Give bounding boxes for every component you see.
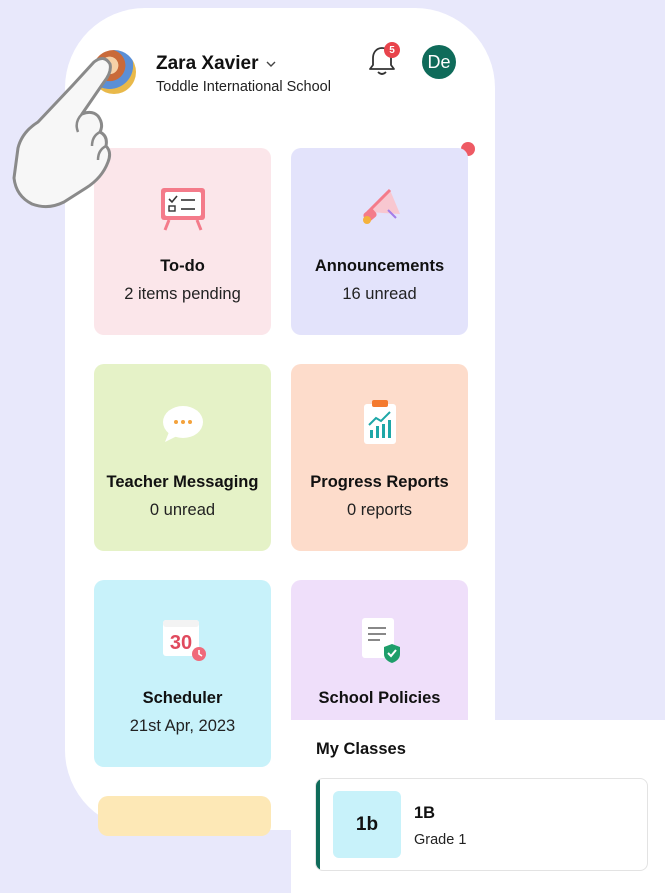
tile-subtitle: 21st Apr, 2023 [129, 717, 236, 735]
tile-scheduler[interactable]: 30 Scheduler 21st Apr, 2023 [94, 580, 271, 767]
class-card-accent [316, 779, 320, 870]
pointing-hand-icon [12, 57, 112, 209]
chat-bubble-icon [162, 406, 203, 442]
chevron-down-icon[interactable] [265, 58, 277, 70]
user-name[interactable]: Zara Xavier [156, 53, 258, 75]
class-name: 1B [414, 804, 436, 822]
my-classes-title: My Classes [316, 740, 406, 758]
tile-title: Teacher Messaging [106, 473, 259, 491]
tile-subtitle: 0 unread [149, 501, 216, 519]
tile-subtitle: 2 items pending [124, 285, 241, 303]
megaphone-icon [362, 188, 400, 224]
class-grade: Grade 1 [414, 832, 467, 848]
tile-subtitle: 0 reports [346, 501, 413, 519]
calendar-day-text: 30 [169, 632, 191, 654]
policy-document-icon [361, 618, 400, 663]
tile-todo[interactable]: To-do 2 items pending [94, 148, 271, 335]
tile-title: Progress Reports [310, 473, 449, 491]
report-chart-icon [363, 400, 396, 444]
tile-teacher-messaging[interactable]: Teacher Messaging 0 unread [94, 364, 271, 551]
tile-progress-reports[interactable]: Progress Reports 0 reports [291, 364, 468, 551]
class-thumbnail[interactable]: 1b [333, 791, 401, 858]
school-name: Toddle International School [156, 79, 331, 95]
tile-title: Scheduler [142, 689, 223, 707]
tile-title: To-do [160, 257, 205, 275]
tile-partial[interactable] [98, 796, 271, 836]
calendar-icon: 30 [162, 620, 206, 661]
tile-title: Announcements [314, 257, 445, 275]
notification-badge: 5 [384, 42, 400, 58]
todo-board-icon [160, 188, 205, 231]
tile-title: School Policies [318, 689, 441, 707]
tile-announcements[interactable]: Announcements 16 unread [291, 148, 468, 335]
user-initials-avatar[interactable]: De [422, 45, 456, 79]
tile-subtitle: 16 unread [342, 285, 417, 303]
